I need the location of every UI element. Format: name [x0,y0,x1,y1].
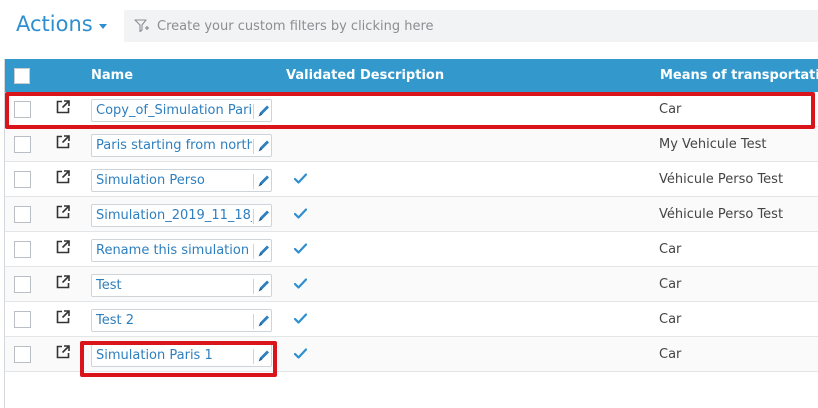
name-field-divider [253,279,254,294]
checkmark-icon [294,278,307,289]
table-row[interactable]: Simulation Perso Véhicule Perso Test [5,162,818,197]
row-checkbox[interactable] [14,346,31,363]
table-row[interactable]: Simulation_2019_11_18_15 Véhicule Perso T… [5,197,818,232]
simulation-name: Simulation Paris 1 [96,348,213,363]
open-external-icon[interactable] [55,274,71,290]
pencil-icon[interactable] [257,138,271,153]
means-of-transportation: Car [659,242,682,257]
pencil-icon[interactable] [257,348,271,363]
table-row[interactable]: Rename this simulation Car [5,232,818,267]
simulation-name: Test 2 [96,313,135,328]
row-checkbox[interactable] [14,101,31,118]
row-checkbox[interactable] [14,311,31,328]
simulation-name: Test [96,278,122,293]
actions-label: Actions [16,12,93,36]
row-checkbox[interactable] [14,276,31,293]
means-of-transportation: Car [659,347,682,362]
table-row[interactable]: Simulation Paris 1 Car [5,337,818,372]
table-header: Name Validated Description Means of tran… [5,59,818,92]
table-row[interactable]: Paris starting from north My Vehicule Tes… [5,127,818,162]
table-row[interactable]: Test Car [5,267,818,302]
simulation-name: Simulation Perso [96,173,205,188]
name-field-divider [253,104,254,119]
row-checkbox[interactable] [14,241,31,258]
name-field[interactable]: Rename this simulation [91,239,272,262]
actions-menu-button[interactable]: Actions [16,12,107,36]
open-external-icon[interactable] [55,309,71,325]
filter-placeholder: Create your custom filters by clicking h… [157,18,434,34]
open-external-icon[interactable] [55,344,71,360]
pencil-icon[interactable] [257,278,271,293]
checkmark-icon [294,313,307,324]
table-row[interactable]: Copy_of_Simulation Paris 1 Car [5,92,818,127]
filter-add-icon [134,19,149,33]
simulation-name: Rename this simulation [96,243,250,258]
open-external-icon[interactable] [55,99,71,115]
name-field-divider [253,314,254,329]
column-header-means[interactable]: Means of transportation [660,68,818,83]
name-field[interactable]: Test 2 [91,309,272,332]
pencil-icon[interactable] [257,173,271,188]
name-field[interactable]: Paris starting from north [91,134,272,157]
caret-down-icon [98,23,107,29]
simulations-table: Name Validated Description Means of tran… [4,59,818,408]
checkmark-icon [294,348,307,359]
means-of-transportation: Car [659,277,682,292]
means-of-transportation: My Vehicule Test [659,137,767,152]
column-header-description[interactable]: Description [360,68,444,83]
means-of-transportation: Car [659,102,682,117]
pencil-icon[interactable] [257,103,271,118]
open-external-icon[interactable] [55,134,71,150]
name-field[interactable]: Simulation Perso [91,169,272,192]
checkmark-icon [294,243,307,254]
means-of-transportation: Car [659,312,682,327]
top-bar: Actions Create your custom filters by cl… [0,0,818,52]
name-field-divider [253,244,254,259]
simulation-name: Paris starting from north [96,138,252,153]
means-of-transportation: Véhicule Perso Test [659,172,784,187]
name-field[interactable]: Simulation_2019_11_18_15 [91,204,272,227]
open-external-icon[interactable] [55,169,71,185]
name-field[interactable]: Simulation Paris 1 [91,344,272,367]
checkmark-icon [294,173,307,184]
table-row[interactable]: Test 2 Car [5,302,818,337]
select-all-checkbox[interactable] [14,68,30,84]
name-field-divider [253,174,254,189]
simulation-name: Copy_of_Simulation Paris 1 [96,103,252,118]
pencil-icon[interactable] [257,313,271,328]
simulation-name: Simulation_2019_11_18_15 [96,208,252,223]
name-field-divider [253,349,254,364]
row-checkbox[interactable] [14,136,31,153]
means-of-transportation: Véhicule Perso Test [659,207,784,222]
open-external-icon[interactable] [55,239,71,255]
name-field-divider [253,209,254,224]
column-header-validated[interactable]: Validated [286,68,355,83]
pencil-icon[interactable] [257,208,271,223]
name-field[interactable]: Copy_of_Simulation Paris 1 [91,99,272,122]
name-field-divider [253,139,254,154]
row-checkbox[interactable] [14,206,31,223]
name-field[interactable]: Test [91,274,272,297]
row-checkbox[interactable] [14,171,31,188]
checkmark-icon [294,208,307,219]
column-header-name[interactable]: Name [91,68,133,83]
filter-bar[interactable]: Create your custom filters by clicking h… [124,10,818,42]
pencil-icon[interactable] [257,243,271,258]
open-external-icon[interactable] [55,204,71,220]
